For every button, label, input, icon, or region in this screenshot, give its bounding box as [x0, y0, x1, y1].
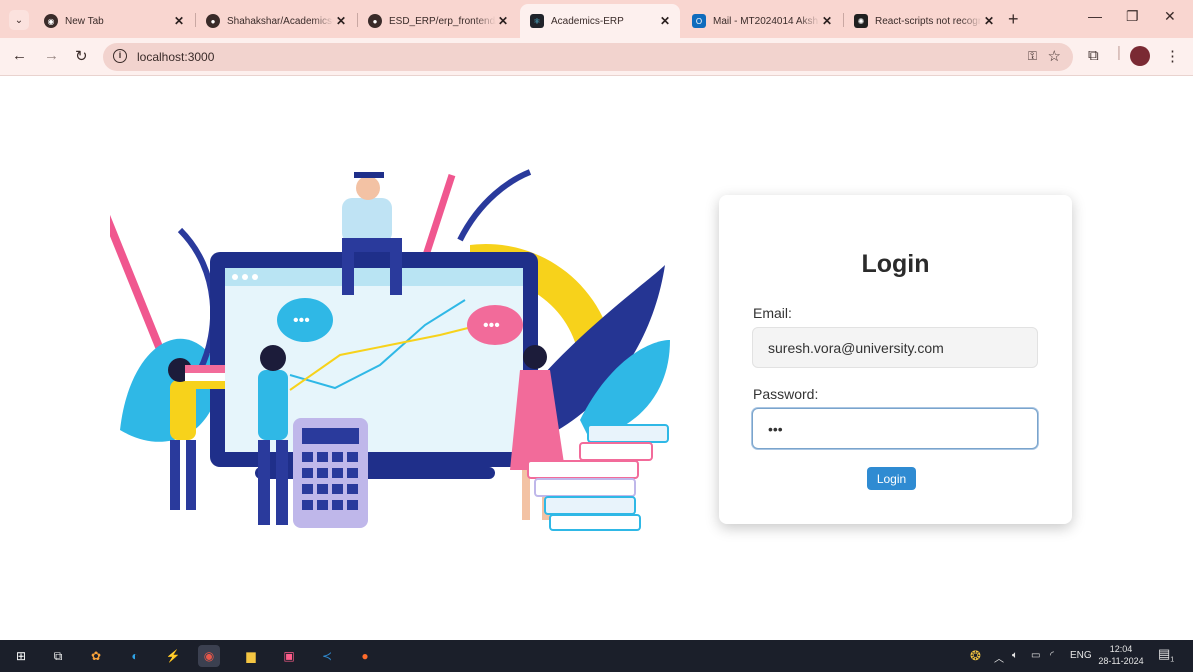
copilot-app[interactable]: ✿ [85, 645, 107, 667]
close-icon[interactable]: ✕ [496, 14, 510, 28]
login-card: Login Email: Password: Login [719, 195, 1072, 524]
outlook-icon: O [692, 14, 706, 28]
notification-count: 1 [1170, 656, 1175, 664]
monitor-stand [255, 467, 495, 479]
graduation-cap-icon [354, 172, 384, 178]
close-icon[interactable]: ✕ [172, 14, 186, 28]
reload-icon: ↻ [75, 48, 88, 65]
clock-time: 12:04 [1109, 644, 1133, 654]
notification-button[interactable]: ▤1 [1158, 646, 1174, 664]
pencil-left [110, 204, 170, 366]
site-info-icon[interactable]: i [113, 49, 127, 63]
window-close-button[interactable]: ✕ [1164, 8, 1176, 25]
postman-app[interactable]: ● [354, 645, 376, 667]
notification-icon: ▤ [1158, 646, 1171, 661]
folder-icon: ▆ [246, 649, 256, 663]
chrome-app[interactable]: ◉ [198, 645, 220, 667]
toolbar-divider: | [1117, 44, 1121, 61]
copilot-icon: ✿ [90, 649, 102, 663]
chatgpt-icon: ✺ [854, 14, 868, 28]
close-icon[interactable]: ✕ [820, 14, 834, 28]
edge-app[interactable]: ◐ [124, 645, 146, 667]
chevron-down-icon: ⌄ [14, 14, 24, 26]
language-indicator[interactable]: ENG [1070, 650, 1092, 661]
minimize-button[interactable]: — [1088, 8, 1102, 24]
password-input[interactable] [752, 408, 1038, 449]
svg-text:•••: ••• [483, 317, 500, 334]
education-illustration: ••• ••• [110, 169, 670, 531]
svg-text:•••: ••• [293, 312, 310, 329]
woman-middle-body [258, 370, 288, 440]
forward-button[interactable]: → [44, 47, 59, 64]
arrow-left-icon: ← [12, 47, 27, 64]
plus-icon: + [1008, 9, 1019, 29]
tab-academics-erp[interactable]: ⚛ Academics-ERP ✕ [520, 4, 680, 38]
weather-icon[interactable]: ❂ [970, 648, 981, 664]
password-key-icon[interactable]: ⚿ [1028, 49, 1037, 64]
postman-icon: ● [361, 649, 369, 663]
puzzle-icon: ⧉ [1088, 47, 1099, 64]
lightning-icon: ⚡ [165, 649, 181, 663]
tab-github-academics[interactable]: ● Shahakshar/Academics- ✕ [196, 4, 356, 38]
extensions-button[interactable]: ⧉ [1088, 47, 1099, 64]
menu-button[interactable]: ⋮ [1165, 47, 1180, 65]
tab-mail[interactable]: O Mail - MT2024014 Aksh ✕ [682, 4, 842, 38]
chrome-icon: ◉ [44, 14, 58, 28]
chevron-up-icon[interactable]: ︿ [994, 650, 1004, 665]
fern-right [457, 169, 532, 242]
close-icon[interactable]: ✕ [982, 14, 996, 28]
intellij-icon: ▣ [283, 649, 295, 663]
github-icon: ● [206, 14, 220, 28]
vscode-app[interactable]: ≺ [316, 645, 338, 667]
intellij-app[interactable]: ▣ [278, 645, 300, 667]
close-icon[interactable]: ✕ [334, 14, 348, 28]
more-vertical-icon: ⋮ [1165, 48, 1180, 65]
windows-taskbar: ⊞ ⧉ ✿ ◐ ⚡ ◉ ▆ ▣ ≺ ● ❂ ︿ 🔈︎ ▭ ◜ ENG 12:04… [0, 640, 1193, 672]
email-input[interactable] [752, 327, 1038, 368]
windows-start-button[interactable]: ⊞ [10, 645, 32, 667]
tab-search-button[interactable]: ⌄ [9, 10, 29, 30]
arrow-right-icon: → [44, 47, 59, 64]
new-tab-button[interactable]: + [1008, 9, 1019, 30]
tab-github-erp[interactable]: ● ESD_ERP/erp_frontend/ ✕ [358, 4, 518, 38]
login-button[interactable]: Login [867, 467, 916, 490]
windows-logo-icon: ⊞ [15, 649, 27, 663]
browser-toolbar: ← → ↻ i localhost:3000 ⚿ ☆ ⧉ | ⋮ [0, 38, 1193, 76]
vscode-icon: ≺ [321, 649, 333, 663]
system-clock[interactable]: 12:04 28-11-2024 [1096, 643, 1146, 667]
tab-new-tab[interactable]: ◉ New Tab ✕ [34, 4, 194, 38]
student-body [342, 198, 392, 243]
password-label: Password: [753, 386, 819, 402]
back-button[interactable]: ← [12, 47, 27, 64]
tab-react-scripts[interactable]: ✺ React-scripts not recogn ✕ [844, 4, 1004, 38]
github-icon: ● [368, 14, 382, 28]
react-icon: ⚛ [530, 14, 544, 28]
profile-avatar[interactable] [1130, 46, 1150, 66]
restore-button[interactable]: ❐ [1126, 8, 1139, 25]
task-view-button[interactable]: ⧉ [47, 645, 69, 667]
speaker-icon[interactable]: 🔈︎ [1012, 650, 1018, 661]
minimize-icon: — [1088, 8, 1102, 24]
address-bar[interactable]: i localhost:3000 ⚿ ☆ [103, 43, 1073, 71]
email-label: Email: [753, 305, 792, 321]
chrome-icon: ◉ [203, 649, 215, 663]
monitor-titlebar [225, 268, 523, 286]
task-view-icon: ⧉ [53, 648, 63, 663]
reload-button[interactable]: ↻ [75, 47, 88, 65]
terminal-app[interactable]: ⚡ [162, 645, 184, 667]
browser-tab-strip: ⌄ ◉ New Tab ✕ ● Shahakshar/Academics- ✕ … [0, 0, 1193, 38]
close-icon[interactable]: ✕ [658, 14, 672, 28]
file-explorer-app[interactable]: ▆ [240, 645, 262, 667]
clock-date: 28-11-2024 [1098, 656, 1144, 666]
battery-icon[interactable]: ▭ [1031, 650, 1040, 661]
wifi-icon[interactable]: ◜ [1050, 650, 1054, 661]
close-icon: ✕ [1164, 8, 1176, 24]
edge-icon: ◐ [131, 649, 139, 663]
restore-icon: ❐ [1126, 8, 1139, 24]
login-title: Login [861, 250, 930, 278]
student-head [356, 176, 380, 200]
bookmark-star-icon[interactable]: ☆ [1048, 47, 1061, 65]
url-text[interactable]: localhost:3000 [137, 50, 214, 64]
